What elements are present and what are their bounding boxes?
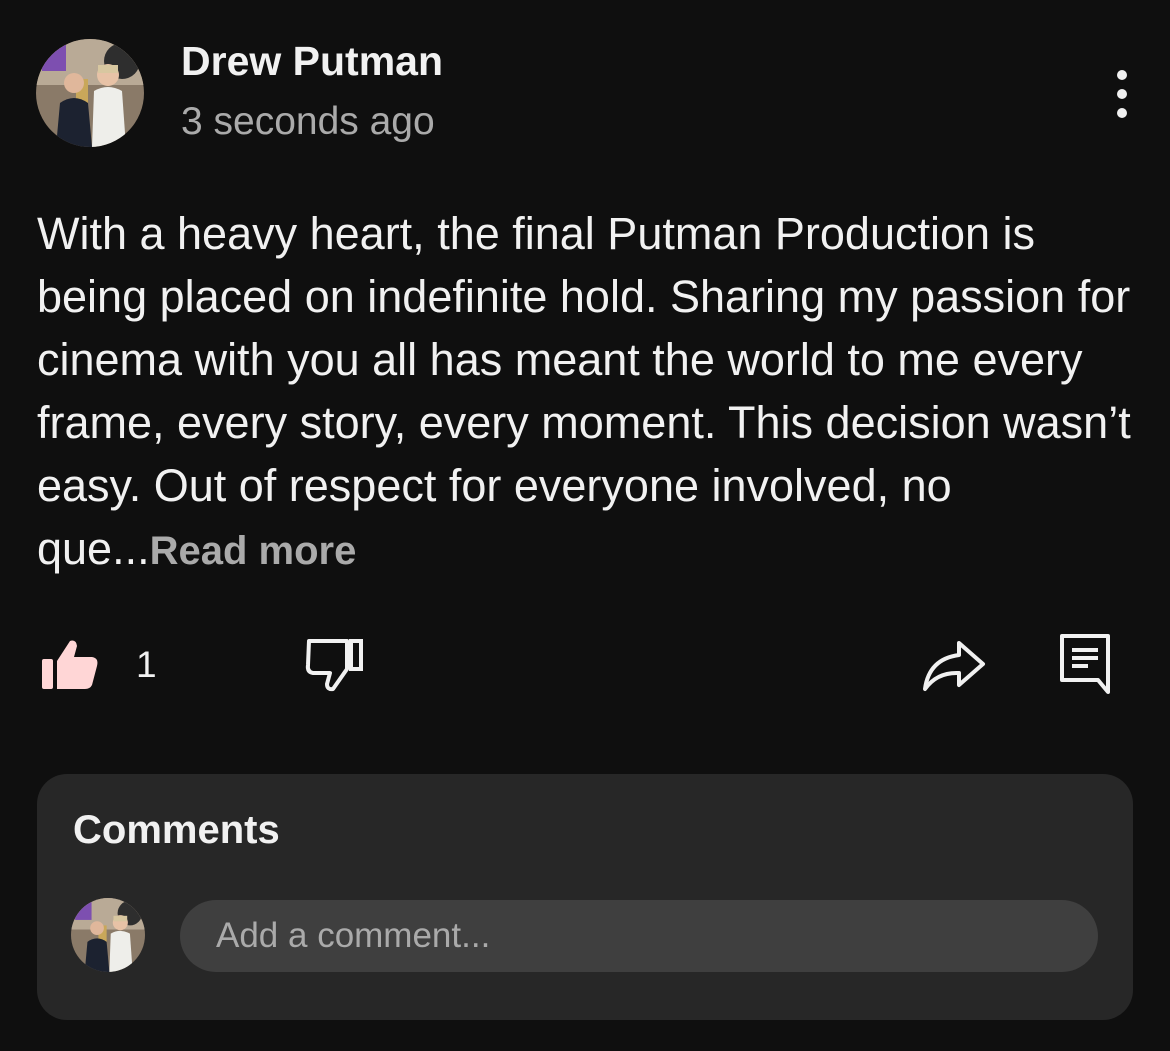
user-avatar — [71, 898, 145, 972]
like-button[interactable]: 1 — [40, 633, 157, 697]
menu-dot — [1117, 108, 1127, 118]
comment-icon — [1060, 634, 1110, 694]
menu-dot — [1117, 89, 1127, 99]
author-name[interactable]: Drew Putman — [181, 38, 443, 85]
share-arrow-icon — [923, 641, 985, 691]
thumbs-up-filled-icon — [42, 640, 98, 689]
thumbs-down-icon — [305, 639, 363, 692]
more-vertical-icon — [1117, 70, 1127, 80]
share-button[interactable] — [921, 637, 987, 693]
reply-button[interactable] — [1058, 632, 1114, 696]
post-timestamp: 3 seconds ago — [181, 100, 435, 143]
more-options-button[interactable] — [1096, 64, 1148, 124]
post-body: With a heavy heart, the final Putman Pro… — [37, 202, 1147, 583]
add-comment-input[interactable] — [180, 900, 1098, 972]
read-more-link[interactable]: Read more — [150, 529, 357, 573]
community-post: Drew Putman 3 seconds ago With a heavy h… — [0, 0, 1170, 1051]
like-count: 1 — [136, 644, 157, 685]
dislike-button[interactable] — [303, 635, 365, 693]
post-text: With a heavy heart, the final Putman Pro… — [37, 208, 1131, 574]
comments-heading: Comments — [73, 808, 280, 852]
comments-panel[interactable]: Comments — [37, 774, 1133, 1020]
author-avatar[interactable] — [36, 39, 144, 147]
